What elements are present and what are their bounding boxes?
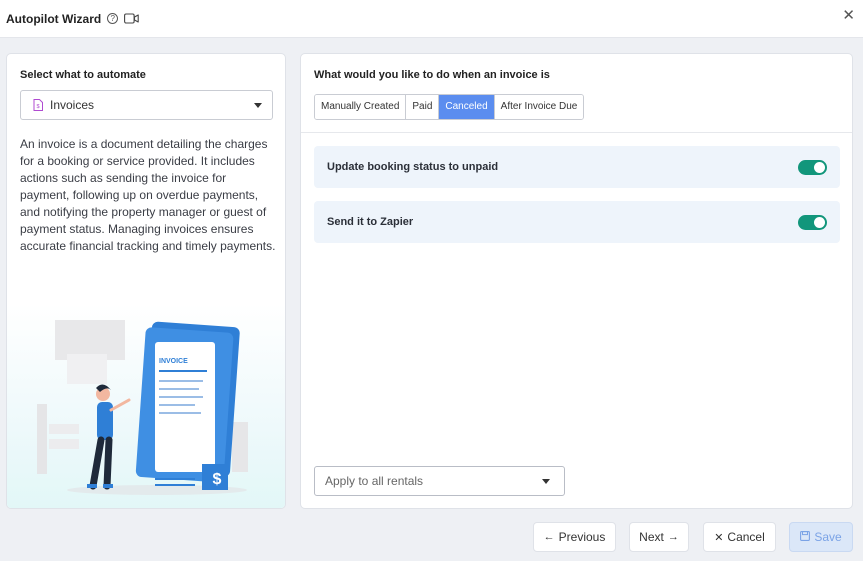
automation-type-select[interactable]: $ Invoices xyxy=(20,90,273,120)
trigger-tabs: Manually Created Paid Canceled After Inv… xyxy=(314,94,585,120)
svg-text:$: $ xyxy=(36,104,39,110)
apply-rentals-value: Apply to all rentals xyxy=(325,474,424,488)
video-camera-icon[interactable] xyxy=(124,13,139,24)
automation-description: An invoice is a document detailing the c… xyxy=(20,137,276,253)
wizard-title: Autopilot Wizard xyxy=(6,11,102,26)
tab-paid[interactable]: Paid xyxy=(406,95,440,119)
action-row: Update booking status to unpaid xyxy=(314,146,840,188)
tab-manually-created[interactable]: Manually Created xyxy=(315,95,407,119)
chevron-down-icon xyxy=(254,102,262,108)
previous-button[interactable]: ← Previous xyxy=(533,522,616,552)
cancel-label: Cancel xyxy=(727,530,765,544)
arrow-right-icon: → xyxy=(667,531,679,543)
invoice-doc-icon: $ xyxy=(33,99,43,111)
close-icon[interactable]: ✕ xyxy=(842,8,855,23)
action-row: Send it to Zapier xyxy=(314,201,840,243)
save-icon xyxy=(800,530,811,544)
previous-label: Previous xyxy=(558,530,606,544)
action-toggle[interactable] xyxy=(798,214,827,230)
question-circle-icon[interactable]: ? xyxy=(107,13,119,24)
arrow-left-icon: ← xyxy=(543,531,555,543)
chevron-down-icon xyxy=(542,478,550,484)
action-label: Send it to Zapier xyxy=(327,216,414,228)
invoice-label: INVOICE xyxy=(159,358,188,365)
close-icon: ✕ xyxy=(714,531,724,544)
save-label: Save xyxy=(814,530,842,544)
apply-rentals-select[interactable]: Apply to all rentals xyxy=(314,466,565,496)
dollar-sign-label: $ xyxy=(213,471,222,488)
toggle-knob xyxy=(814,161,825,173)
next-label: Next xyxy=(639,530,664,544)
automate-label: Select what to automate xyxy=(20,69,146,81)
action-toggle[interactable] xyxy=(798,159,827,175)
save-button[interactable]: Save xyxy=(789,522,853,552)
invoice-illustration: INVOICE $ xyxy=(7,304,285,508)
action-label: Update booking status to unpaid xyxy=(327,161,499,173)
trigger-panel: What would you like to do when an invoic… xyxy=(300,53,853,509)
tab-after-invoice-due[interactable]: After Invoice Due xyxy=(494,95,584,119)
automation-type-panel: Select what to automate $ Invoices An in… xyxy=(6,53,286,509)
trigger-question: What would you like to do when an invoic… xyxy=(314,69,550,81)
wizard-header: Autopilot Wizard ? ✕ xyxy=(0,0,863,38)
divider xyxy=(301,132,852,133)
cancel-button[interactable]: ✕ Cancel xyxy=(703,522,776,552)
automation-type-value: Invoices xyxy=(50,98,95,112)
next-button[interactable]: Next → xyxy=(629,522,689,552)
toggle-knob xyxy=(814,216,825,228)
tab-canceled[interactable]: Canceled xyxy=(439,95,495,119)
